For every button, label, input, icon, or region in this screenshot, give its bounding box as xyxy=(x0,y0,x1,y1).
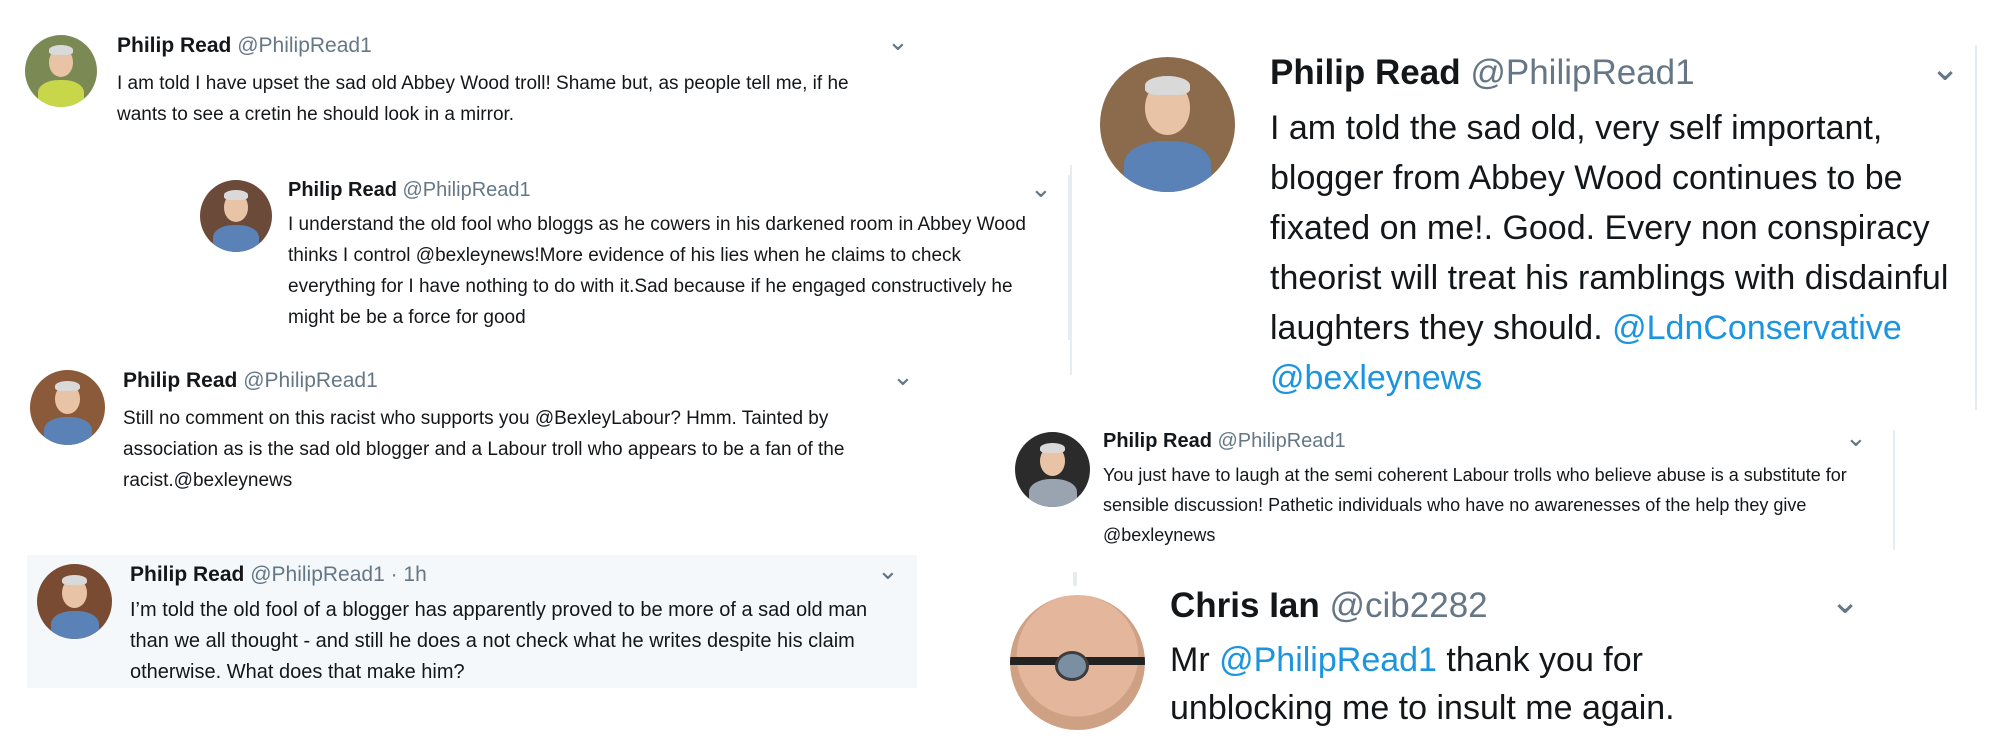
author-handle[interactable]: @PhilipRead1 · 1h xyxy=(250,563,427,586)
divider xyxy=(1975,45,1977,410)
author-name[interactable]: Philip Read xyxy=(130,563,244,586)
tweet-header: Philip Read @PhilipRead1 xyxy=(1103,430,1346,453)
tweet-text: I’m told the old fool of a blogger has a… xyxy=(130,599,868,683)
chevron-down-icon[interactable]: ⌄ xyxy=(1030,173,1052,204)
tweet-1[interactable]: Philip Read @PhilipRead1 ⌄ I am told I h… xyxy=(25,26,925,140)
divider xyxy=(1070,165,1072,375)
tweet-header: Chris Ian @cib2282 xyxy=(1170,586,1488,626)
chevron-down-icon[interactable]: ⌄ xyxy=(877,555,899,586)
chevron-down-icon[interactable]: ⌄ xyxy=(887,26,909,57)
tweet-4[interactable]: Philip Read @PhilipRead1 · 1h ⌄ I’m told… xyxy=(27,555,917,688)
tweet-text-part: Mr xyxy=(1170,641,1220,679)
author-name[interactable]: Philip Read xyxy=(288,179,397,201)
avatar[interactable] xyxy=(1015,432,1090,507)
avatar[interactable] xyxy=(1100,57,1235,192)
mention-link[interactable]: @bexleynews xyxy=(416,245,535,266)
tweet-5[interactable]: Philip Read @PhilipRead1 ⌄ I am told the… xyxy=(1070,45,1980,410)
eye xyxy=(1055,651,1089,681)
tweet-text: Still no comment on this racist who supp… xyxy=(123,408,845,491)
author-handle[interactable]: @PhilipRead1 xyxy=(243,369,378,392)
divider xyxy=(1893,430,1895,550)
mention-link[interactable]: @LdnConservative xyxy=(1612,309,1902,347)
avatar[interactable] xyxy=(30,370,105,445)
author-name[interactable]: Chris Ian xyxy=(1170,586,1320,625)
author-handle[interactable]: @PhilipRead1 xyxy=(402,179,530,201)
tweet-header: Philip Read @PhilipRead1 xyxy=(1270,53,1695,93)
tweet-3[interactable]: Philip Read @PhilipRead1 ⌄ Still no comm… xyxy=(30,361,930,495)
tweet-text: I am told the sad old, very self importa… xyxy=(1270,103,1970,403)
author-name[interactable]: Philip Read xyxy=(1270,53,1461,92)
author-handle[interactable]: @cib2282 xyxy=(1330,586,1488,625)
mention-link[interactable]: @PhilipRead1 xyxy=(1219,641,1437,679)
tweet-header: Philip Read @PhilipRead1 xyxy=(117,34,372,58)
author-name[interactable]: Philip Read xyxy=(1103,430,1212,452)
tweet-7[interactable]: Chris Ian @cib2282 ⌄ Mr @PhilipRead1 tha… xyxy=(1010,572,1870,740)
author-name[interactable]: Philip Read xyxy=(117,34,231,57)
divider xyxy=(1073,572,1077,586)
chevron-down-icon[interactable]: ⌄ xyxy=(1845,422,1867,453)
tweet-text: I understand the old fool who bloggs as … xyxy=(288,209,1048,333)
chevron-down-icon[interactable]: ⌄ xyxy=(892,361,914,392)
tweet-header: Philip Read @PhilipRead1 xyxy=(123,369,378,393)
avatar[interactable] xyxy=(25,35,97,107)
tweet-header: Philip Read @PhilipRead1 · 1h xyxy=(130,563,427,587)
avatar[interactable] xyxy=(200,180,272,252)
tweet-text: You just have to laugh at the semi coher… xyxy=(1103,465,1847,545)
tweet-text: Mr @PhilipRead1 thank you for unblocking… xyxy=(1170,636,1770,732)
tweet-header: Philip Read @PhilipRead1 xyxy=(288,179,531,202)
mention-link[interactable]: @bexleynews xyxy=(1270,359,1482,397)
chevron-down-icon[interactable]: ⌄ xyxy=(1830,580,1860,622)
avatar[interactable] xyxy=(1010,595,1145,730)
author-name[interactable]: Philip Read xyxy=(123,369,237,392)
tweet-6[interactable]: Philip Read @PhilipRead1 ⌄ You just have… xyxy=(1015,422,1895,550)
author-handle[interactable]: @PhilipRead1 xyxy=(237,34,372,57)
tweet-text: I am told I have upset the sad old Abbey… xyxy=(117,73,849,125)
tweet-2[interactable]: Philip Read @PhilipRead1 ⌄ I understand … xyxy=(200,173,1070,345)
author-handle[interactable]: @PhilipRead1 xyxy=(1217,430,1345,452)
avatar[interactable] xyxy=(37,564,112,639)
chevron-down-icon[interactable]: ⌄ xyxy=(1930,47,1960,89)
author-handle[interactable]: @PhilipRead1 xyxy=(1470,53,1694,92)
